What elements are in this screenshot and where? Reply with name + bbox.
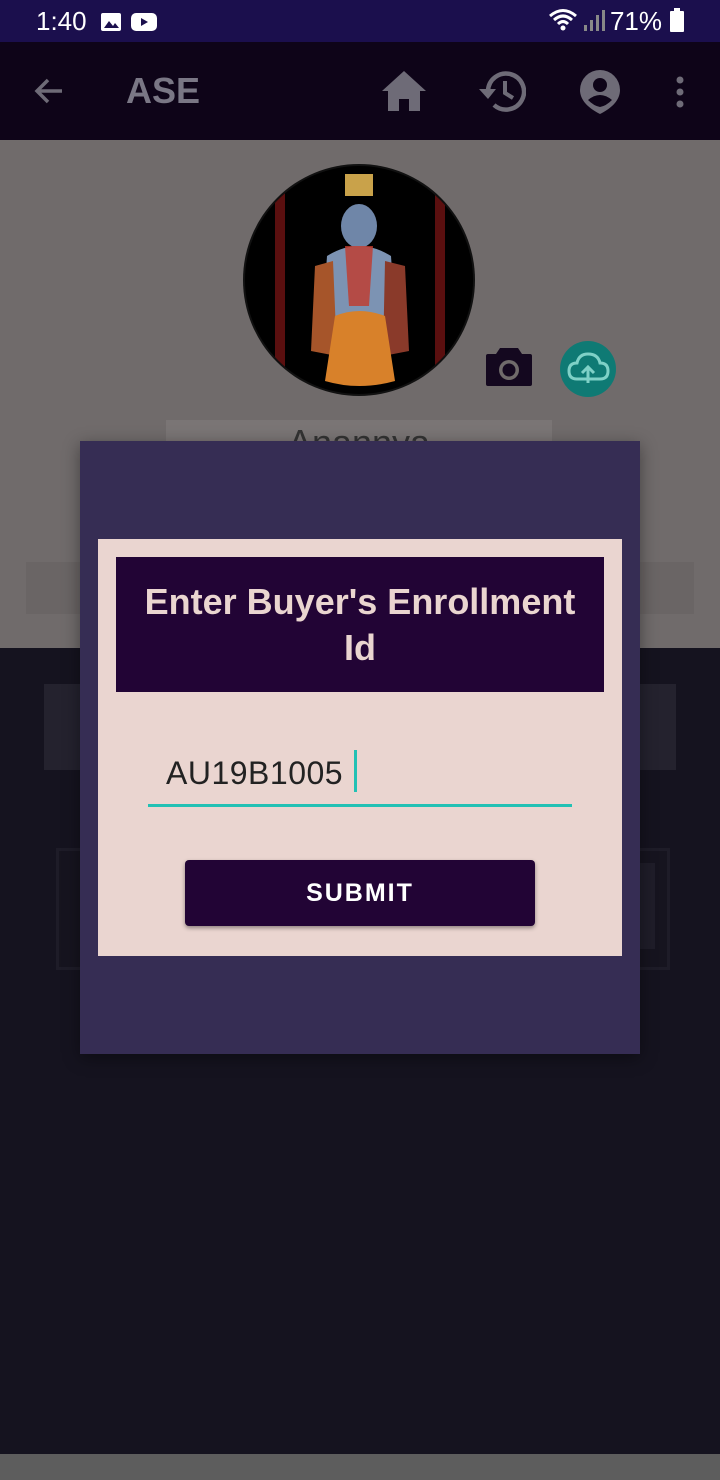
- status-time: 1:40: [36, 6, 87, 36]
- enrollment-id-field[interactable]: [148, 744, 572, 807]
- text-cursor: [354, 750, 357, 792]
- dialog-title-box: Enter Buyer's Enrollment Id: [116, 557, 604, 692]
- submit-button[interactable]: SUBMIT: [185, 860, 535, 926]
- wifi-icon: [548, 7, 578, 40]
- back-arrow-icon[interactable]: [32, 74, 66, 113]
- account-icon[interactable]: [578, 68, 622, 121]
- app-title: ASE: [126, 70, 201, 111]
- status-bar: 1:40 71%: [0, 0, 720, 42]
- battery-percentage: 71%: [609, 6, 662, 36]
- enrollment-id-input[interactable]: [166, 744, 556, 802]
- dialog-panel: Enter Buyer's Enrollment Id SUBMIT: [98, 539, 622, 956]
- battery-icon: [670, 8, 684, 39]
- signal-icon: [582, 8, 606, 39]
- history-icon[interactable]: [476, 68, 527, 119]
- more-vert-icon[interactable]: [674, 76, 686, 113]
- youtube-icon: [130, 9, 158, 40]
- navigation-bar: [0, 1454, 720, 1480]
- enrollment-dialog: Enter Buyer's Enrollment Id SUBMIT: [80, 441, 640, 1054]
- camera-icon[interactable]: [484, 344, 534, 390]
- profile-avatar[interactable]: [245, 166, 473, 394]
- cloud-upload-icon[interactable]: [560, 341, 616, 397]
- dialog-title: Enter Buyer's Enrollment Id: [144, 580, 576, 668]
- app-bar: ASE: [0, 42, 720, 140]
- home-icon[interactable]: [380, 69, 428, 118]
- gallery-icon: [100, 9, 122, 40]
